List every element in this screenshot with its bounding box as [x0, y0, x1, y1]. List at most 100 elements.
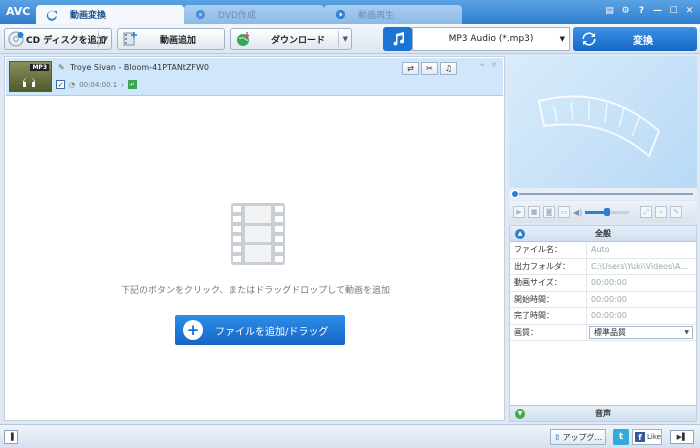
property-label: 出力フォルダ： [510, 258, 587, 274]
file-checkbox[interactable]: ✓ [56, 80, 65, 89]
maximize-icon[interactable]: ☐ [667, 4, 680, 17]
twitter-icon[interactable]: t [613, 429, 629, 445]
property-row: 動画サイズ： 00:00:00 [510, 275, 696, 292]
cd-icon [8, 31, 24, 47]
globe-download-icon [235, 31, 251, 47]
tab-dvd-create[interactable]: DVD作成 [184, 5, 324, 24]
app-logo: AVC [6, 5, 31, 18]
divider [338, 31, 339, 47]
convert-button[interactable]: 変換 [573, 27, 697, 51]
film-strip-icon [231, 203, 285, 265]
audio-section-title: 音声 [595, 409, 611, 418]
property-label: 完了時間： [510, 308, 587, 324]
fullscreen-icon[interactable]: ⤢ [640, 206, 653, 218]
property-row: 出力フォルダ： C:\Users\Yuki\Videos\A... [510, 258, 696, 275]
upgrade-button[interactable]: ⇧ アップグ... [550, 429, 606, 445]
convert-settings-icon[interactable]: ⇄ [402, 62, 419, 75]
minimize-icon[interactable]: — [651, 4, 664, 17]
play-icon[interactable]: ▶ [513, 206, 525, 218]
property-value[interactable]: Auto [587, 242, 696, 258]
film-reel-watermark-icon [537, 95, 661, 158]
property-value[interactable]: 00:00:00 [587, 308, 696, 324]
output-format-select[interactable]: MP3 Audio (*.mp3) ▼ [412, 27, 570, 51]
panel-toggle-icon[interactable]: ▐ [4, 430, 18, 444]
properties-header[interactable]: ▲ 全般 [510, 226, 696, 242]
add-video-button[interactable]: 動画追加 [117, 28, 225, 50]
seek-bar[interactable] [509, 188, 697, 200]
player-controls: ▶ ■ ◙ ▭ ◀) ⤢ ⌕ ✎ [509, 201, 697, 223]
add-video-label: 動画追加 [160, 35, 197, 46]
chevron-down-icon: ▼ [684, 328, 689, 336]
file-duration: 00:04:00.1 [79, 80, 118, 89]
property-value[interactable]: 00:00:00 [587, 292, 696, 308]
expand-panel-icon[interactable]: ▶▌ [670, 430, 694, 444]
chevron-down-icon[interactable]: ▼ [103, 35, 108, 43]
facebook-icon: f [635, 432, 645, 442]
properties-panel: ▲ 全般 ファイル名： Auto 出力フォルダ： C:\Users\Yuki\V… [509, 225, 697, 422]
seek-knob[interactable] [511, 190, 519, 198]
download-button[interactable]: ダウンロード ▼ [230, 28, 352, 50]
volume-slider[interactable] [585, 207, 630, 216]
preview-area [509, 56, 697, 188]
property-row: ファイル名： Auto [510, 242, 696, 259]
film-add-icon [122, 31, 138, 47]
remove-icon[interactable]: ✕ [491, 61, 497, 69]
stop-icon[interactable]: ■ [528, 206, 540, 218]
chevron-down-icon[interactable]: ▼ [343, 35, 348, 43]
tab-label: DVD作成 [218, 11, 256, 21]
refresh-icon [581, 31, 597, 47]
add-cd-button[interactable]: CD ディスクを追加 ▼ [4, 28, 112, 50]
quality-select[interactable]: 標準品質 ▼ [589, 325, 693, 339]
close-icon[interactable]: ✕ [683, 4, 696, 17]
zoom-icon[interactable]: ⌕ [655, 206, 668, 218]
item-tools: ⇄ ✂ ♫ [402, 62, 457, 75]
tab-video-convert[interactable]: 動画変換 [36, 5, 184, 24]
settings-icon[interactable]: ⚙ [619, 4, 632, 17]
pencil-icon[interactable]: ✎ [58, 63, 65, 72]
move-icon[interactable]: + [479, 61, 485, 69]
file-name[interactable]: Troye Sivan - Bloom-41PTANtZFW0 [70, 63, 209, 72]
file-list-pane[interactable]: MP3 ✎ Troye Sivan - Bloom-41PTANtZFW0 ✓ … [4, 56, 505, 421]
effects-icon[interactable]: ♫ [440, 62, 457, 75]
file-meta: ✓ ◔ 00:04:00.1 › ↵ [56, 80, 138, 89]
folder-icon[interactable]: ▭ [558, 206, 570, 218]
add-file-button[interactable]: + ファイルを追加/ドラッグ [175, 315, 345, 345]
property-value[interactable]: 00:00:00 [587, 275, 696, 291]
file-thumbnail: MP3 [9, 61, 52, 92]
properties-title: 全般 [595, 229, 611, 238]
tab-video-play[interactable]: 動画再生 [324, 5, 462, 24]
audio-section-header[interactable]: ▼ 音声 [510, 405, 696, 421]
property-value[interactable]: C:\Users\Yuki\Videos\A... [587, 259, 696, 275]
volume-icon[interactable]: ◀) [573, 208, 582, 217]
file-list-item[interactable]: MP3 ✎ Troye Sivan - Bloom-41PTANtZFW0 ✓ … [6, 58, 503, 96]
property-row: 画質： 標準品質 ▼ [510, 324, 696, 341]
convert-tab-icon [46, 9, 58, 21]
add-cd-label: CD ディスクを追加 [26, 35, 106, 46]
play-tab-icon [334, 9, 346, 21]
facebook-like-button[interactable]: f Like [632, 429, 662, 445]
seek-rail [513, 193, 693, 195]
tab-label: 動画変換 [70, 11, 107, 21]
snapshot-icon[interactable]: ◙ [543, 206, 555, 218]
like-label: Like [647, 433, 661, 441]
help-icon[interactable]: ? [635, 4, 648, 17]
format-value: MP3 Audio (*.mp3) [448, 34, 534, 44]
download-label: ダウンロード [271, 35, 326, 46]
property-row: 完了時間： 00:00:00 [510, 308, 696, 325]
item-controls: + ✕ [479, 61, 497, 69]
phone-icon: ↵ [128, 80, 138, 89]
volume-knob[interactable] [604, 207, 611, 216]
register-icon[interactable]: ▤ [603, 4, 616, 17]
disc-tab-icon [194, 9, 206, 21]
property-label: 動画サイズ： [510, 275, 587, 291]
chevron-right-icon: › [121, 80, 125, 89]
headphone-icon [23, 77, 35, 87]
main-toolbar: CD ディスクを追加 ▼ 動画追加 ダウンロード ▼ MP3 Audio (*.… [0, 24, 700, 54]
status-bar: ▐ ⇧ アップグ... t f Like ▶▌ [0, 424, 700, 448]
tools-icon[interactable]: ✎ [670, 206, 683, 218]
music-note-icon[interactable] [383, 27, 412, 51]
convert-label: 変換 [633, 35, 653, 47]
window-controls: ▤ ⚙ ? — ☐ ✕ [603, 4, 696, 17]
property-label: ファイル名： [510, 242, 587, 258]
cut-icon[interactable]: ✂ [421, 62, 438, 75]
